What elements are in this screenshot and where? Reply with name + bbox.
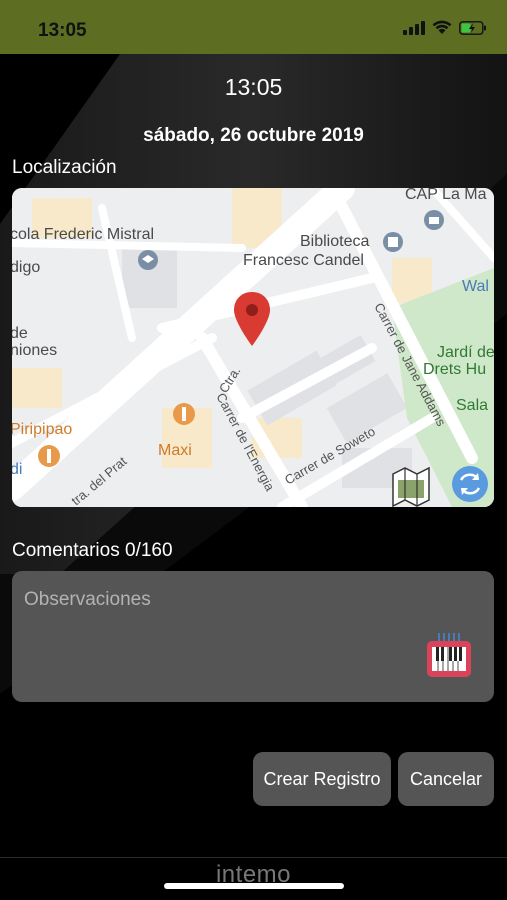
- comments-counter: 0/160: [125, 540, 173, 561]
- clock-time: 13:05: [224, 74, 283, 100]
- map-label-niones: niones: [12, 342, 57, 359]
- cancel-button[interactable]: Cancelar: [398, 752, 494, 806]
- comments-label: Comentarios 0/160: [12, 540, 173, 562]
- restaurant-poi-icon: [173, 403, 195, 425]
- refresh-location-icon[interactable]: [452, 466, 488, 502]
- map-label-cap: CAP La Ma: [405, 188, 487, 203]
- library-poi-icon: [383, 232, 403, 252]
- status-time: 13:05: [38, 20, 87, 41]
- map-label-sala: Sala: [456, 397, 488, 414]
- create-record-button[interactable]: Crear Registro: [253, 752, 391, 806]
- museum-poi-icon: [424, 210, 444, 230]
- signal-icon: [403, 20, 425, 35]
- map-label-jardi-2: Drets Hu: [423, 361, 486, 378]
- comments-title: Comentarios: [12, 540, 120, 561]
- piano-keyboard-icon[interactable]: [426, 633, 472, 679]
- status-icons: [403, 20, 487, 35]
- battery-charging-icon: [459, 20, 486, 35]
- restaurant-poi-icon-2: [38, 445, 60, 467]
- school-poi-icon: [138, 250, 158, 270]
- observations-box[interactable]: [12, 571, 494, 702]
- wifi-icon: [432, 20, 452, 34]
- map-label-library-1: Biblioteca: [300, 233, 369, 250]
- map-label-piripipao: Piripipao: [12, 421, 72, 438]
- map-label-maxi: Maxi: [158, 442, 192, 459]
- map-label-school: cola Frederic Mistral: [12, 226, 154, 243]
- current-date: sábado, 26 octubre 2019: [143, 125, 364, 146]
- map-label-library-2: Francesc Candel: [243, 252, 364, 269]
- location-map[interactable]: cola Frederic Mistral digo Biblioteca Fr…: [12, 188, 494, 507]
- map-label-wal: Wal: [462, 278, 489, 295]
- map-label-de: de: [12, 325, 28, 342]
- location-label: Localización: [12, 157, 117, 178]
- observations-input[interactable]: [24, 585, 424, 615]
- map-label-di: di: [12, 461, 22, 478]
- home-indicator[interactable]: [164, 883, 344, 889]
- map-type-icon[interactable]: [392, 466, 430, 507]
- map-label-school-frag: digo: [12, 259, 40, 276]
- map-label-jardi-1: Jardí de: [437, 344, 494, 361]
- footer-divider: [0, 857, 507, 858]
- status-bar: 13:05: [0, 0, 507, 54]
